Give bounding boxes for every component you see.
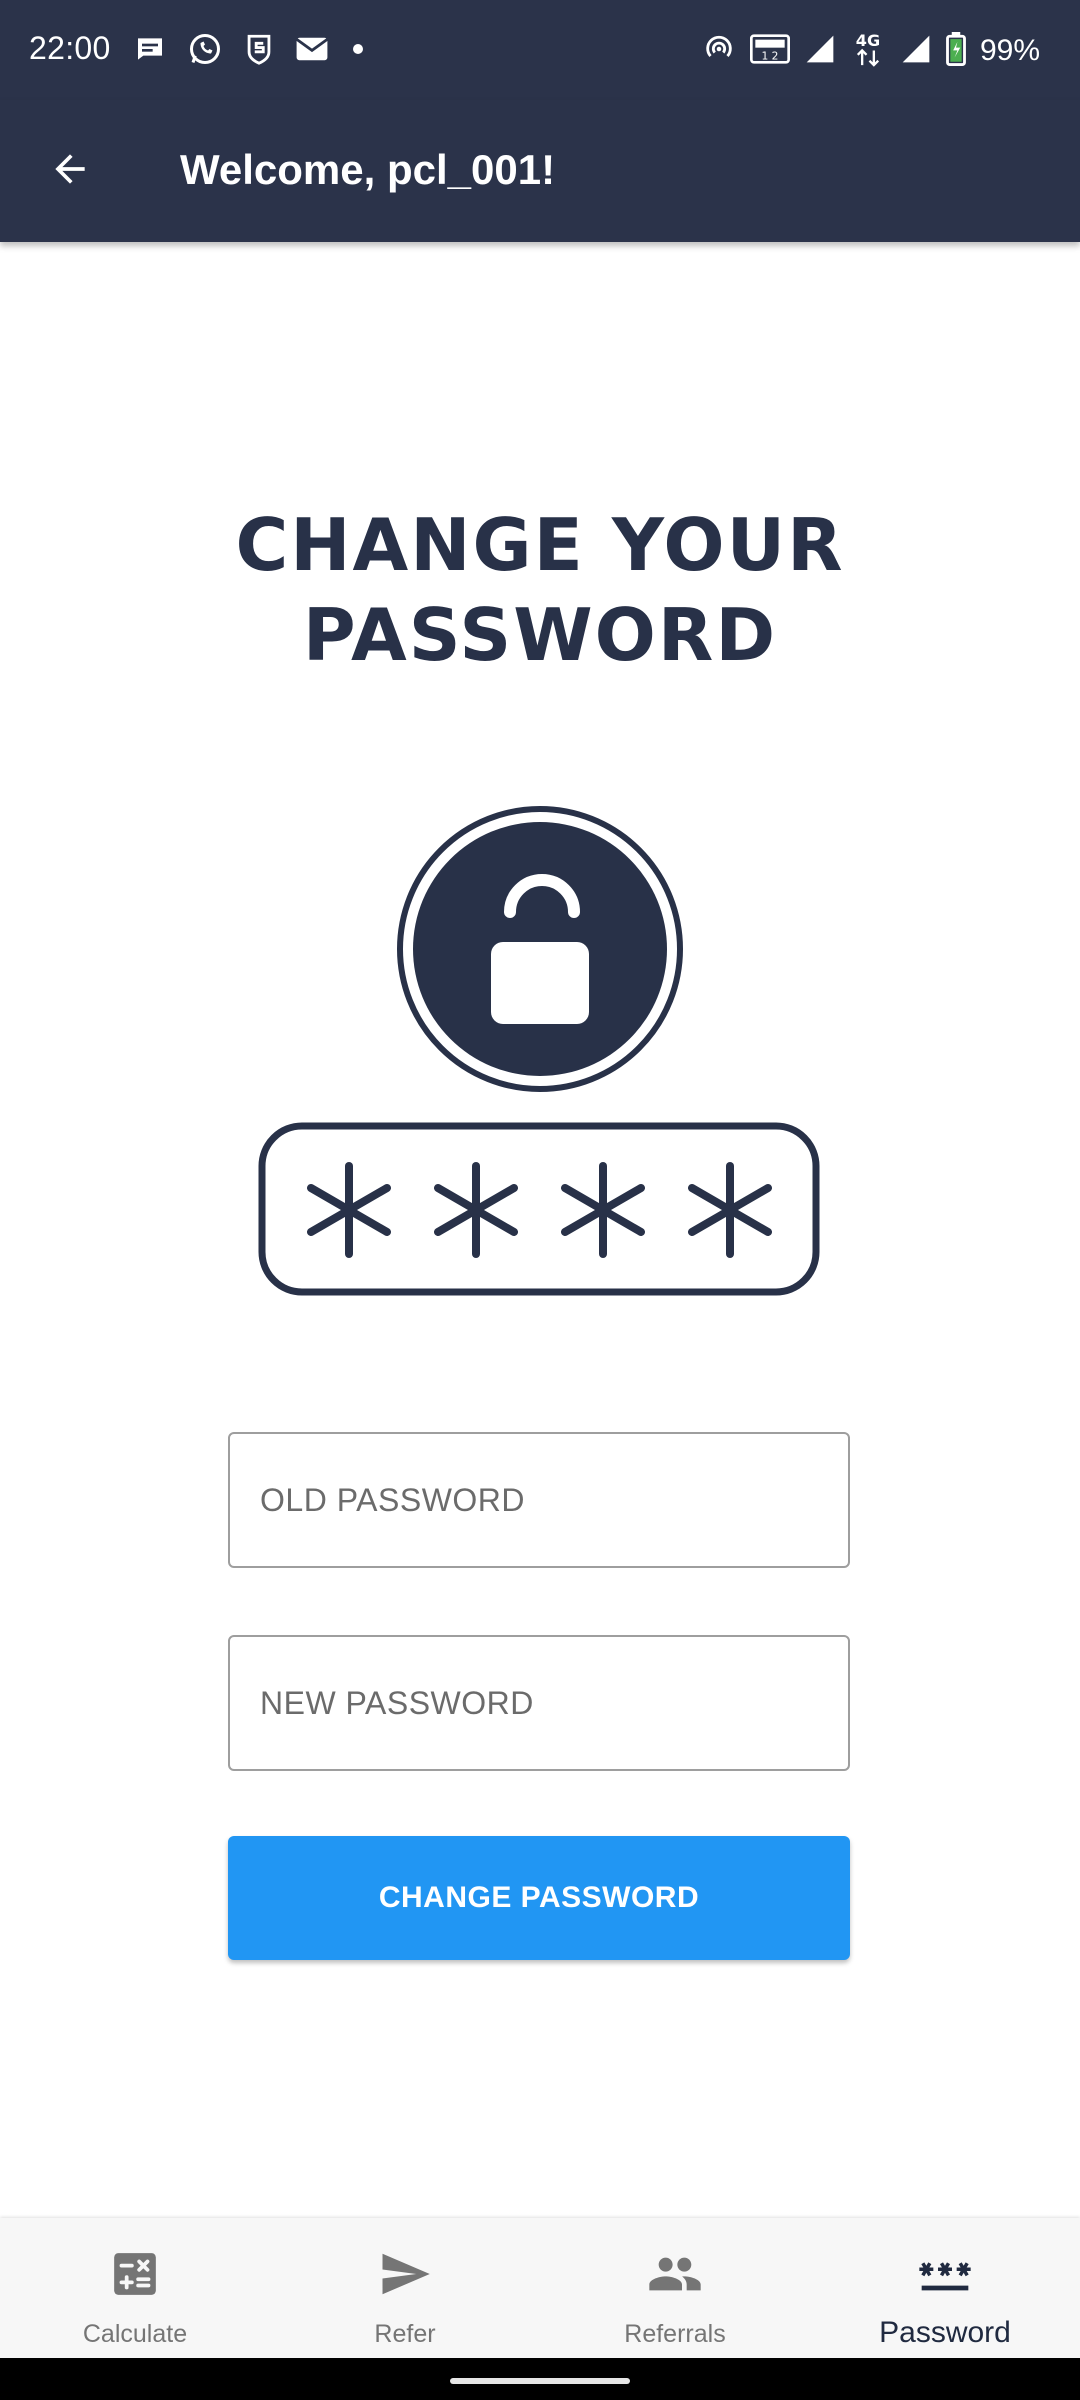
arrow-back-icon: [48, 147, 92, 196]
send-icon: [377, 2246, 433, 2302]
shield-s-icon: [244, 32, 274, 71]
app-title: Welcome, pcl_001!: [180, 146, 556, 193]
people-icon: [647, 2246, 703, 2302]
calculator-icon: [107, 2246, 163, 2302]
nav-label: Calculate: [82, 2320, 188, 2348]
nav-label: Password: [879, 2316, 1011, 2349]
change-password-button[interactable]: CHANGE PASSWORD: [228, 1836, 850, 1960]
hotspot-icon: [702, 32, 736, 71]
battery-icon: [946, 31, 966, 71]
nav-label: Refer: [374, 2320, 436, 2348]
signal-icon: [804, 33, 836, 70]
nav-item-referrals[interactable]: Referrals: [540, 2218, 810, 2358]
page-heading: CHANGE YOUR PASSWORD: [235, 503, 845, 677]
bottom-navigation: Calculate Refer Referrals Password: [0, 2218, 1080, 2358]
password-icon: [917, 2246, 973, 2302]
svg-text:4G: 4G: [856, 31, 880, 50]
nav-item-calculate[interactable]: Calculate: [0, 2218, 270, 2358]
password-illustration: [254, 800, 826, 1300]
notification-icons: [134, 30, 366, 72]
password-asterisks-icon: [258, 1122, 820, 1296]
home-gesture-handle[interactable]: [450, 2378, 630, 2384]
nav-item-refer[interactable]: Refer: [270, 2218, 540, 2358]
nav-item-password[interactable]: Password: [810, 2218, 1080, 2358]
back-button[interactable]: [30, 131, 110, 211]
battery-percentage: 99%: [979, 34, 1040, 67]
svg-text:1 2: 1 2: [761, 49, 778, 62]
network-4g-icon: 4G: [850, 30, 886, 73]
old-password-input[interactable]: [228, 1432, 850, 1568]
volte-icon: 1 2: [749, 32, 790, 71]
mail-icon: [295, 35, 329, 68]
whatsapp-icon: [187, 31, 223, 72]
status-time: 22:00: [29, 30, 111, 66]
status-bar: 22:00 1 2 4G 99%: [0, 0, 1080, 100]
nav-label: Referrals: [624, 2320, 726, 2348]
message-icon: [134, 33, 166, 70]
new-password-input[interactable]: [228, 1635, 850, 1771]
unlocked-padlock-icon: [397, 806, 683, 1092]
system-gesture-bar: [0, 2358, 1080, 2400]
system-icons: 1 2 4G 99%: [702, 30, 1040, 72]
signal-icon: [900, 33, 932, 70]
dot-icon: [350, 41, 366, 62]
app-bar: Welcome, pcl_001!: [0, 100, 1080, 242]
